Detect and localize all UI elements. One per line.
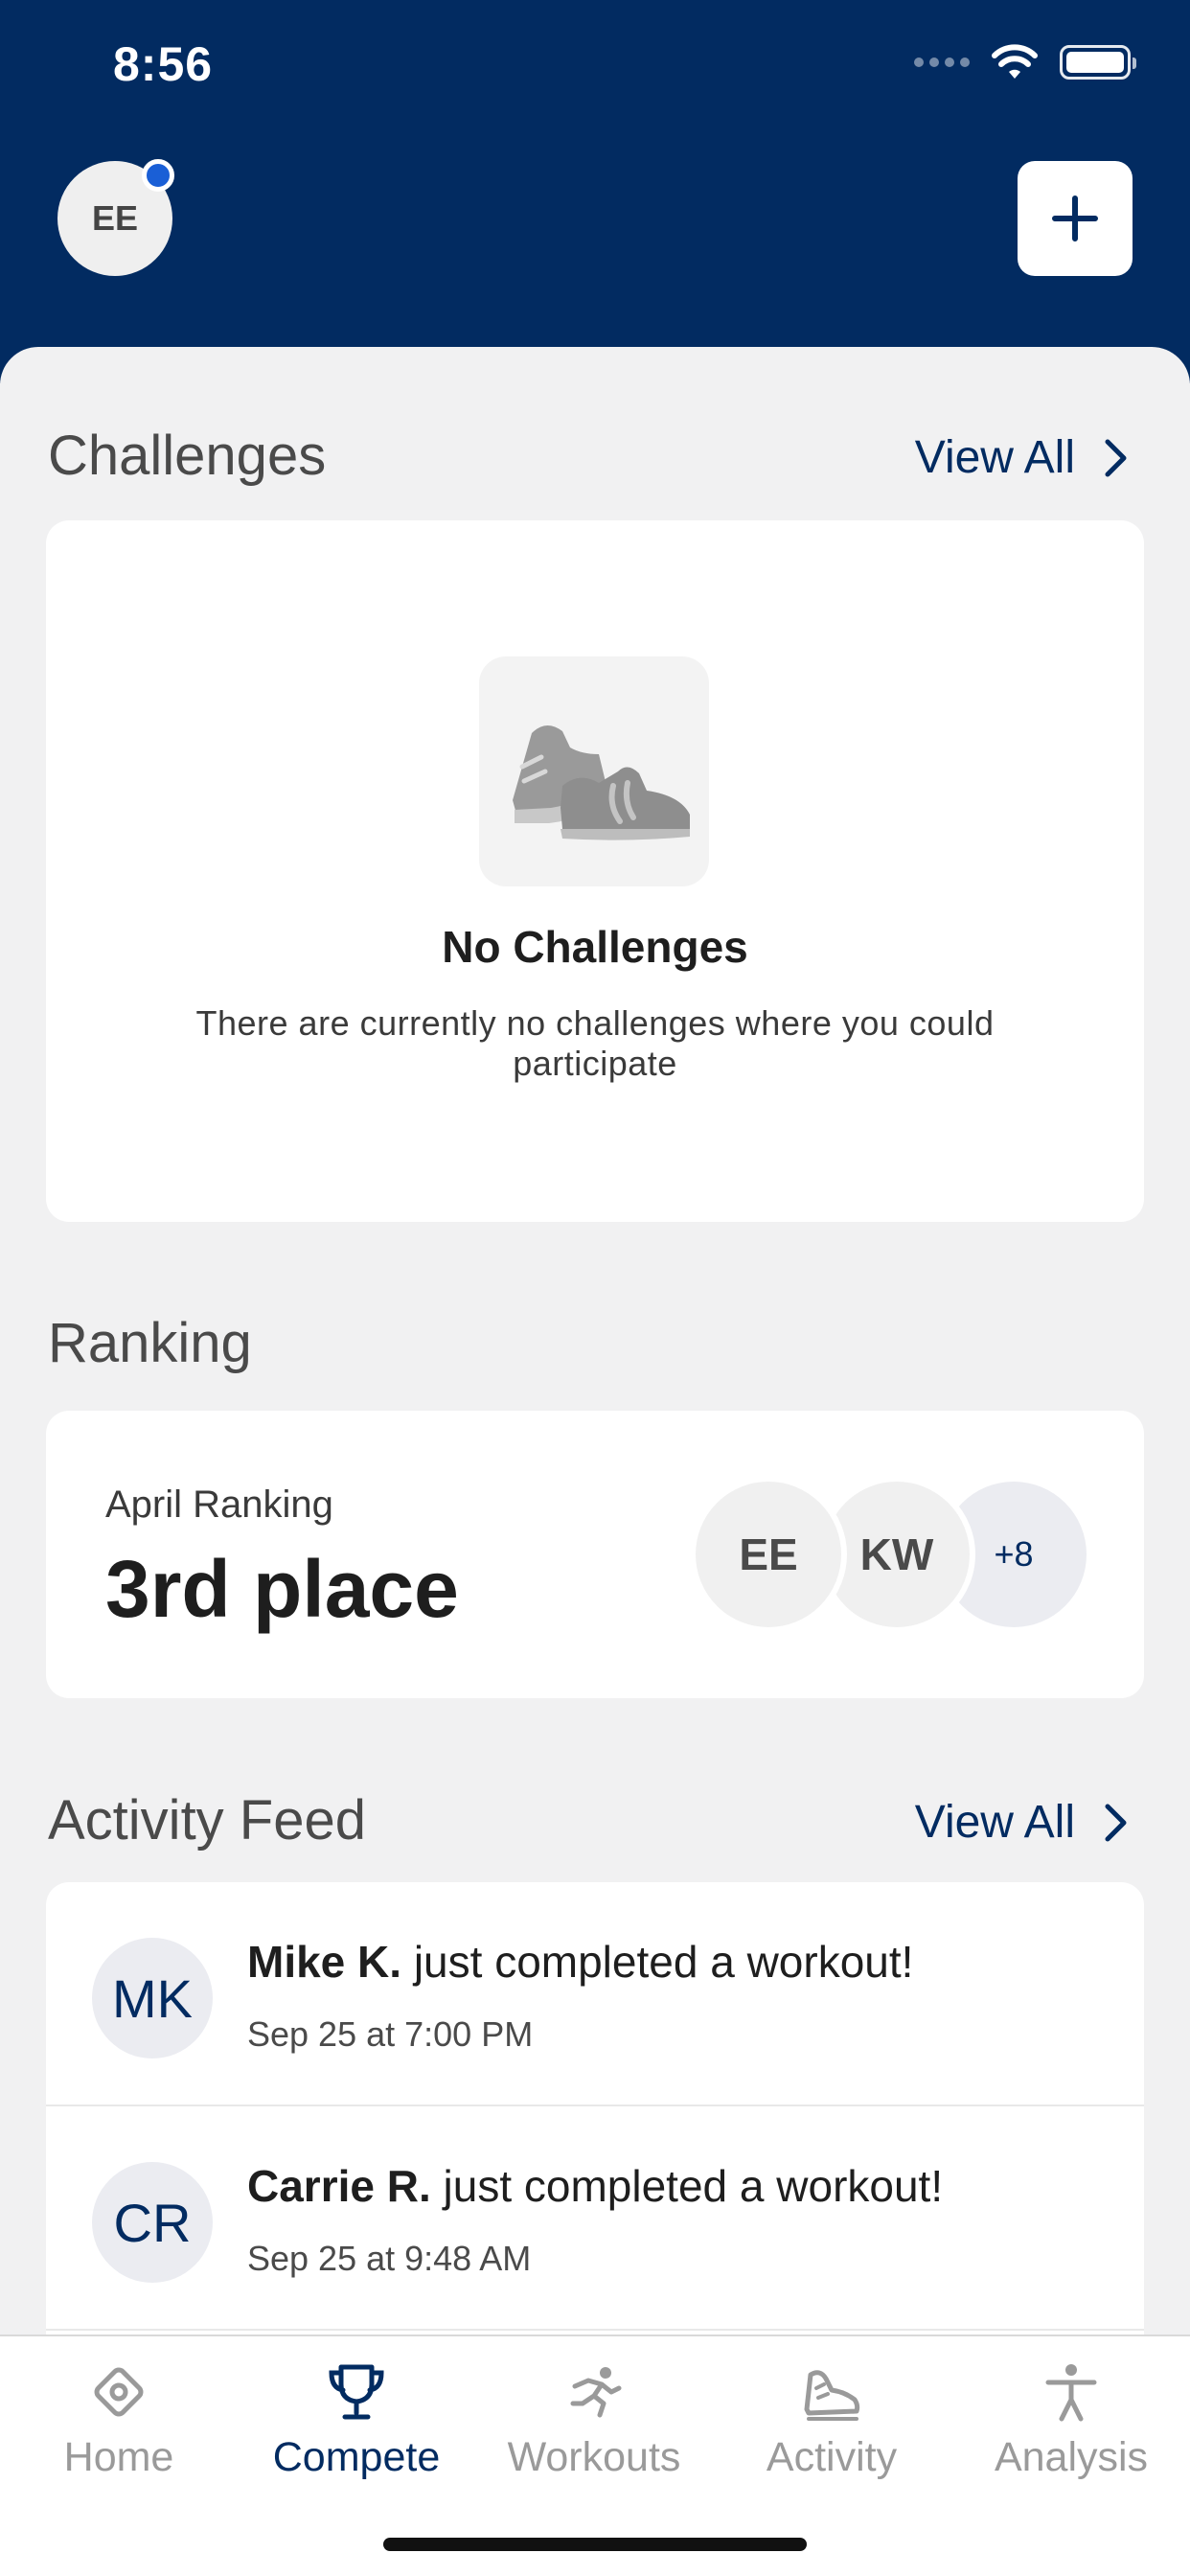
activity-feed-card: MK Mike K. just completed a workout! Sep… bbox=[46, 1882, 1144, 2361]
view-all-label: View All bbox=[914, 1797, 1075, 1848]
empty-state-description: There are currently no challenges where … bbox=[195, 1003, 995, 1083]
person-icon bbox=[1045, 2364, 1097, 2422]
tab-label: Workouts bbox=[507, 2434, 681, 2480]
feed-message: Mike K. just completed a workout! bbox=[247, 1936, 913, 1988]
trophy-icon bbox=[329, 2364, 384, 2420]
challenges-view-all-link[interactable]: View All bbox=[915, 431, 1129, 484]
status-time: 8:56 bbox=[113, 37, 214, 91]
ranking-card[interactable]: April Ranking 3rd place +8 KW EE bbox=[46, 1411, 1144, 1698]
activity-feed-title: Activity Feed bbox=[48, 1789, 366, 1852]
feed-action: just completed a workout! bbox=[430, 2161, 944, 2211]
main-content: Challenges View All No Challenges There … bbox=[0, 347, 1190, 2576]
tab-label: Activity bbox=[766, 2434, 898, 2480]
feed-action: just completed a workout! bbox=[401, 1937, 914, 1987]
chevron-right-icon bbox=[1105, 439, 1127, 476]
feed-user-name: Mike K. bbox=[247, 1937, 402, 1987]
tab-label: Analysis bbox=[994, 2434, 1149, 2480]
challenges-card: No Challenges There are currently no cha… bbox=[46, 520, 1144, 1222]
battery-icon bbox=[1060, 45, 1136, 80]
feed-avatar: MK bbox=[92, 1938, 213, 2058]
sneakers-icon bbox=[479, 656, 709, 886]
view-all-label: View All bbox=[914, 432, 1075, 483]
feed-timestamp: Sep 25 at 9:48 AM bbox=[247, 2239, 532, 2278]
feed-timestamp: Sep 25 at 7:00 PM bbox=[247, 2014, 534, 2054]
tab-workouts[interactable]: Workouts bbox=[475, 2354, 713, 2481]
tab-label: Compete bbox=[272, 2434, 441, 2480]
chevron-right-icon bbox=[1105, 1804, 1127, 1841]
empty-state-title: No Challenges bbox=[442, 922, 748, 972]
feed-avatar: CR bbox=[92, 2162, 213, 2283]
home-icon bbox=[94, 2367, 144, 2417]
challenges-title: Challenges bbox=[48, 425, 327, 487]
feed-item[interactable]: CR Carrie R. just completed a workout! S… bbox=[46, 2106, 1144, 2331]
participant-avatar: EE bbox=[690, 1476, 847, 1633]
activity-feed-view-all-link[interactable]: View All bbox=[915, 1796, 1129, 1849]
wifi-icon bbox=[992, 44, 1038, 79]
tab-compete[interactable]: Compete bbox=[238, 2354, 475, 2481]
home-indicator bbox=[383, 2538, 807, 2551]
status-icons bbox=[914, 44, 1136, 80]
notification-dot bbox=[142, 159, 174, 192]
feed-message: Carrie R. just completed a workout! bbox=[247, 2160, 943, 2212]
tab-analysis[interactable]: Analysis bbox=[952, 2354, 1190, 2481]
ranking-label: April Ranking bbox=[105, 1484, 333, 1526]
tab-activity[interactable]: Activity bbox=[713, 2354, 950, 2481]
shoe-icon bbox=[804, 2370, 860, 2421]
tab-label: Home bbox=[63, 2434, 174, 2480]
tab-home[interactable]: Home bbox=[0, 2354, 238, 2481]
runner-icon bbox=[570, 2367, 622, 2418]
ranking-title: Ranking bbox=[48, 1312, 252, 1374]
plus-icon bbox=[1052, 196, 1098, 242]
add-button[interactable] bbox=[1018, 161, 1133, 276]
app-header: 8:56 EE bbox=[0, 0, 1190, 383]
cellular-signal-icon bbox=[914, 58, 970, 67]
feed-user-name: Carrie R. bbox=[247, 2161, 431, 2211]
ranking-value: 3rd place bbox=[105, 1544, 459, 1634]
feed-item[interactable]: MK Mike K. just completed a workout! Sep… bbox=[46, 1882, 1144, 2106]
